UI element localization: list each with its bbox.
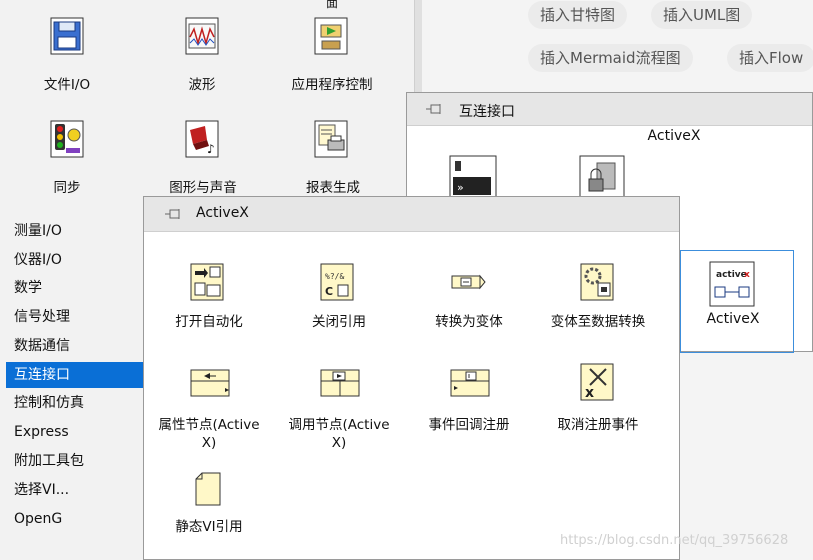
static-vi-reference-label: 静态VI引用 [175,519,243,535]
svg-text:C: C [325,285,333,298]
insert-gantt-chip[interactable]: 插入甘特图 [528,1,628,29]
report-printer-icon[interactable] [314,120,348,158]
cut-label: 面 [325,0,338,10]
unregister-event-label: 取消注册事件 [557,417,639,433]
category-connectivity[interactable]: 互连接口 [6,362,143,388]
palette-label-app-control: 应用程序控制 [291,77,373,93]
traffic-light-icon[interactable] [50,120,84,158]
to-variant-label: 转换为变体 [435,314,503,330]
activex-palette: ActiveX 打开自动化 %?/& C 关闭引用 转换为变体 变体至数据转换 … [143,196,680,560]
graphics-sound-icon[interactable]: ♪ [185,120,219,158]
activex-palette-title: ActiveX [196,205,249,221]
category-math[interactable]: 数学 [6,275,143,301]
open-automation-icon[interactable] [190,263,224,301]
close-reference-label: 关闭引用 [312,314,366,330]
category-openg[interactable]: OpenG [6,506,143,532]
svg-text:%?/&: %?/& [325,272,344,281]
unregister-event-icon[interactable]: x [580,363,614,401]
event-callback-label: 事件回调注册 [428,417,510,433]
category-measurement-io[interactable]: 测量I/O [6,218,143,244]
editor-divider [414,0,422,92]
category-signal-processing[interactable]: 信号处理 [6,304,143,330]
activex-selection-frame [680,250,794,353]
connectivity-palette-header: 互连接口 [407,93,812,126]
palette-label-graphics-sound: 图形与声音 [169,180,237,196]
close-reference-icon[interactable]: %?/& C [320,263,354,301]
pin-icon[interactable] [425,102,443,116]
category-instrument-io[interactable]: 仪器I/O [6,247,143,273]
to-variant-icon[interactable] [450,267,486,297]
category-data-comm[interactable]: 数据通信 [6,333,143,359]
property-node-label-2: X) [201,435,217,451]
security-vi-icon[interactable] [579,155,625,201]
category-select-vi[interactable]: 选择VI... [6,477,143,503]
insert-flow-chip[interactable]: 插入Flow [727,44,813,72]
variant-to-data-icon[interactable] [580,263,614,301]
category-control-sim[interactable]: 控制和仿真 [6,390,143,416]
palette-label-file-io: 文件I/O [43,77,91,93]
connectivity-palette-title: 互连接口 [459,104,515,120]
event-callback-icon[interactable] [450,369,490,399]
floppy-disk-icon[interactable] [50,17,84,55]
category-express[interactable]: Express [6,419,143,445]
open-automation-label: 打开自动化 [175,314,243,330]
palette-label-sync: 同步 [53,180,81,196]
watermark: https://blog.csdn.net/qq_39756628 [560,533,789,548]
invoke-node-label: 调用节点(Active [288,417,390,433]
category-list: 测量I/O 仪器I/O 数学 信号处理 数据通信 互连接口 控制和仿真 Expr… [0,222,143,560]
svg-text:x: x [585,385,594,401]
pin-icon[interactable] [164,207,182,221]
property-node-icon[interactable] [190,369,230,399]
activex-palette-header: ActiveX [144,197,679,232]
functions-palette-top: 面 文件I/O 波形 应用程序控制 同步 ♪ 图形与声音 报表生成 [0,0,415,222]
waveform-icon[interactable] [185,17,219,55]
activex-group-label: ActiveX [647,128,701,144]
app-control-icon[interactable] [314,17,348,55]
variant-to-data-label: 变体至数据转换 [550,314,646,330]
svg-text:♪: ♪ [207,142,215,156]
invoke-node-label-2: X) [331,435,347,451]
invoke-node-icon[interactable] [320,369,360,399]
static-vi-reference-icon[interactable] [194,471,222,507]
property-node-label: 属性节点(Active [158,417,260,433]
insert-uml-chip[interactable]: 插入UML图 [651,1,753,29]
svg-text:»: » [457,181,464,194]
palette-label-waveform: 波形 [188,77,216,93]
category-addons[interactable]: 附加工具包 [6,448,143,474]
insert-mermaid-chip[interactable]: 插入Mermaid流程图 [528,44,693,72]
palette-label-report: 报表生成 [306,180,360,196]
